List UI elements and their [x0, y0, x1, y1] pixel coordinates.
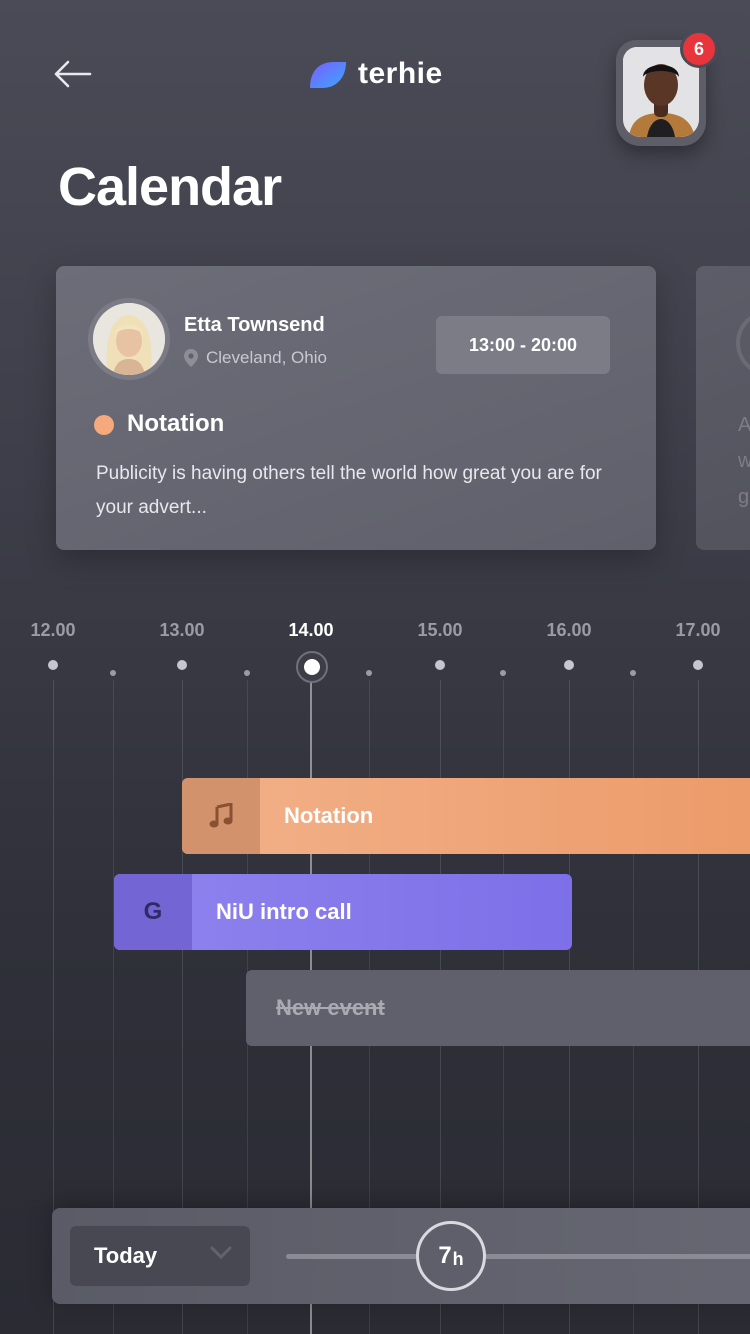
chevron-down-icon: [210, 1246, 232, 1260]
hour-tick: [435, 660, 445, 670]
person-avatar: [88, 298, 170, 380]
event-card-next-text: w: [738, 450, 750, 472]
event-bar-notation[interactable]: Notation: [182, 778, 750, 854]
hour-tick: [693, 660, 703, 670]
hour-label[interactable]: 16.00: [546, 620, 591, 641]
event-description: Publicity is having others tell the worl…: [96, 463, 602, 518]
brand-name: terhie: [358, 57, 443, 90]
event-bar-label: NiU intro call: [216, 899, 352, 924]
music-note-icon: [209, 803, 233, 828]
event-card-next-text: A: [738, 414, 750, 436]
person-location: Cleveland, Ohio: [184, 348, 327, 368]
event-bar-label: Notation: [284, 803, 374, 828]
hour-label[interactable]: 17.00: [675, 620, 720, 641]
half-hour-tick: [244, 670, 250, 676]
time-range-pill: 13:00 - 20:00: [436, 316, 610, 374]
back-button[interactable]: [50, 54, 94, 94]
category-dot: [94, 415, 114, 435]
half-hour-tick: [500, 670, 506, 676]
person-name: Etta Townsend: [184, 314, 325, 336]
event-category-title: Notation: [127, 410, 225, 437]
hour-tick: [564, 660, 574, 670]
event-card-next-text: g: [738, 486, 750, 508]
range-select-value: Today: [94, 1243, 158, 1268]
hour-label[interactable]: 14.00: [288, 620, 333, 641]
arrow-left-icon: [54, 60, 92, 88]
hour-label[interactable]: 15.00: [417, 620, 462, 641]
brand-logo: terhie: [306, 56, 443, 92]
hour-label[interactable]: 13.00: [159, 620, 204, 641]
logo-icon: [310, 62, 346, 88]
location-pin-icon: [184, 349, 198, 367]
hour-tick: [177, 660, 187, 670]
half-hour-tick: [630, 670, 636, 676]
google-icon: G: [114, 874, 192, 950]
duration-slider-knob[interactable]: 7h: [416, 1221, 486, 1291]
half-hour-tick: [110, 670, 116, 676]
duration-value: 7: [438, 1242, 452, 1269]
page-title: Calendar: [58, 157, 282, 217]
current-time-dot: [304, 659, 320, 675]
hour-label[interactable]: 12.00: [30, 620, 75, 641]
event-bar-new-event[interactable]: New event: [246, 970, 750, 1046]
half-hour-tick: [366, 670, 372, 676]
event-bar-niu-intro-call[interactable]: G NiU intro call: [114, 874, 572, 950]
event-bar-label: New event: [276, 995, 385, 1020]
hour-tick: [48, 660, 58, 670]
notification-badge[interactable]: 6: [680, 30, 718, 68]
duration-unit: h: [452, 1248, 464, 1269]
location-text: Cleveland, Ohio: [206, 348, 327, 367]
duration-slider-track[interactable]: [286, 1254, 750, 1259]
